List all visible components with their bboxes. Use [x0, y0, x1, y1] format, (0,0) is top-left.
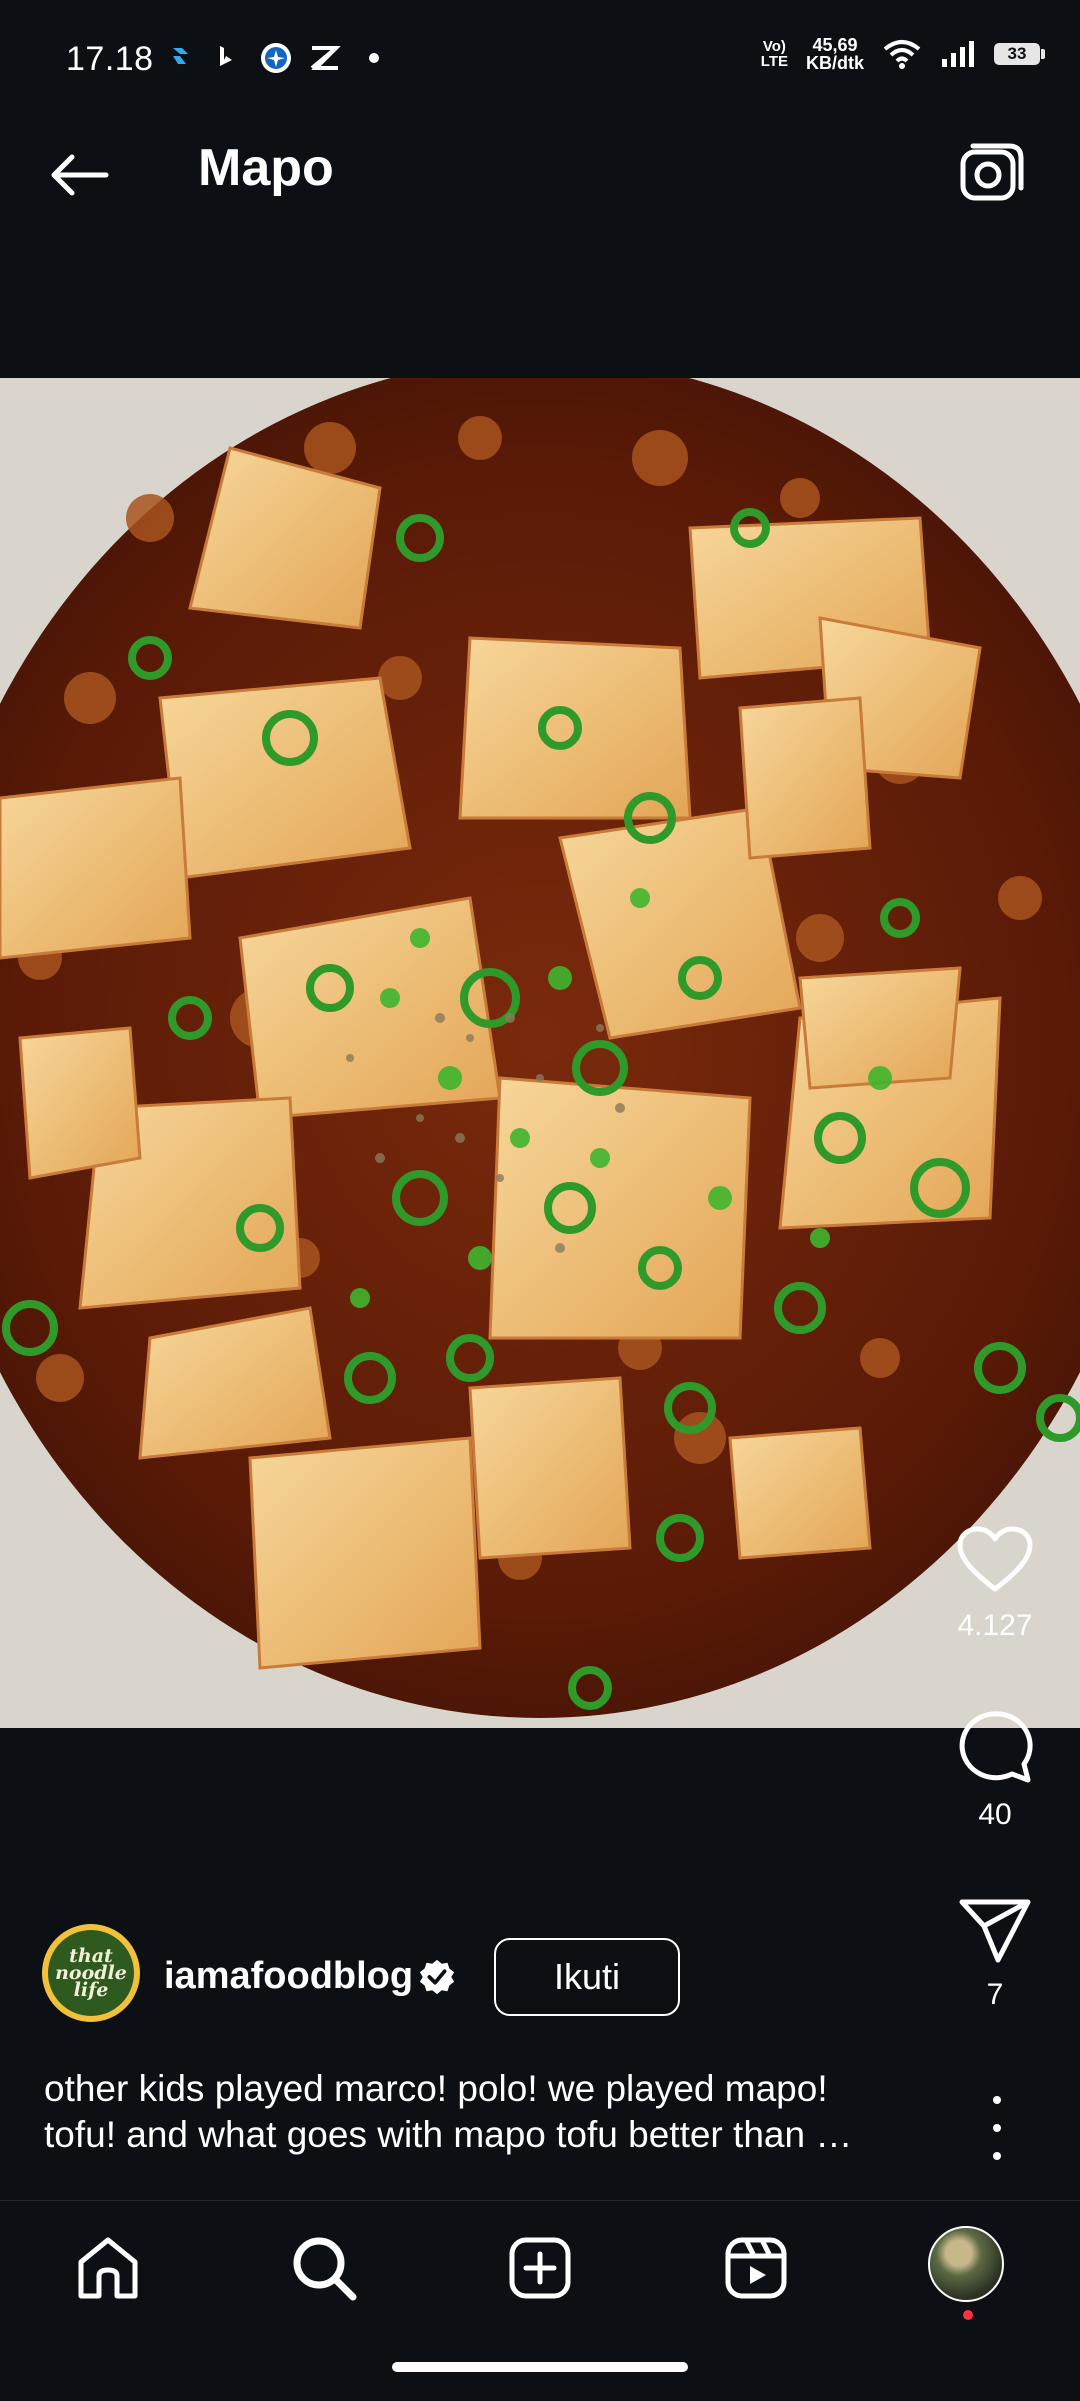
page-title: Mapo	[198, 139, 334, 197]
more-dot	[993, 2096, 1001, 2104]
create-plus-icon	[509, 2237, 571, 2299]
back-button[interactable]	[38, 140, 118, 210]
nav-reels[interactable]	[706, 2228, 806, 2308]
search-icon	[293, 2237, 357, 2301]
reels-icon	[725, 2237, 787, 2299]
send-icon	[959, 1899, 1031, 1963]
camera-button[interactable]	[952, 136, 1032, 210]
avatar-logo: that noodle life	[48, 1930, 134, 2016]
net-speed-value: 45,69	[812, 35, 858, 55]
author-avatar[interactable]: that noodle life	[42, 1924, 140, 2022]
wifi-icon	[883, 40, 921, 69]
camera-icon	[960, 143, 1024, 201]
comment-icon	[959, 1711, 1033, 1783]
follow-button[interactable]: Ikuti	[494, 1938, 680, 2016]
reel-app-icon	[173, 48, 188, 64]
home-indicator[interactable]	[392, 2362, 688, 2372]
net-speed: 45,69 KB/dtk	[806, 36, 864, 72]
home-icon	[78, 2237, 138, 2299]
more-dot	[993, 2124, 1001, 2132]
notification-dot	[963, 2310, 973, 2320]
battery-icon: 33	[994, 43, 1045, 65]
volte-indicator: Vo) LTE	[760, 38, 788, 70]
nav-home[interactable]	[58, 2228, 158, 2308]
comment-button[interactable]: 40	[940, 1708, 1050, 1832]
dot-icon	[369, 53, 379, 63]
nav-create[interactable]	[490, 2228, 590, 2308]
capcut-icon	[310, 46, 341, 70]
compass-app-icon	[261, 43, 291, 73]
heart-icon	[957, 1526, 1033, 1592]
post-image[interactable]	[0, 378, 1080, 1728]
signal-icon	[942, 41, 974, 67]
status-bar: 17.18 Vo) LTE 45,69 KB/dtk 33	[0, 0, 1080, 92]
more-dot	[993, 2152, 1001, 2160]
nav-search[interactable]	[274, 2228, 374, 2308]
nav-profile[interactable]	[928, 2226, 1008, 2306]
mapo-tofu-photo	[0, 378, 1080, 1728]
share-button[interactable]: 7	[940, 1898, 1050, 2012]
author-username[interactable]: iamafoodblog	[164, 1955, 413, 1998]
comment-count: 40	[978, 1798, 1012, 1831]
share-count: 7	[986, 1978, 1004, 2011]
more-options-button[interactable]	[972, 2096, 1022, 2160]
status-time: 17.18	[66, 40, 154, 78]
net-speed-unit: KB/dtk	[806, 53, 864, 73]
post-caption[interactable]: other kids played marco! polo! we played…	[44, 2066, 924, 2158]
verified-badge-icon	[419, 1959, 455, 1995]
bing-icon	[220, 46, 232, 66]
arrow-left-icon	[51, 154, 109, 196]
status-right-group: Vo) LTE 45,69 KB/dtk 33	[760, 36, 1045, 72]
like-button[interactable]: 4.127	[940, 1525, 1050, 1643]
like-count: 4.127	[957, 1609, 1033, 1642]
profile-avatar	[928, 2226, 1004, 2302]
